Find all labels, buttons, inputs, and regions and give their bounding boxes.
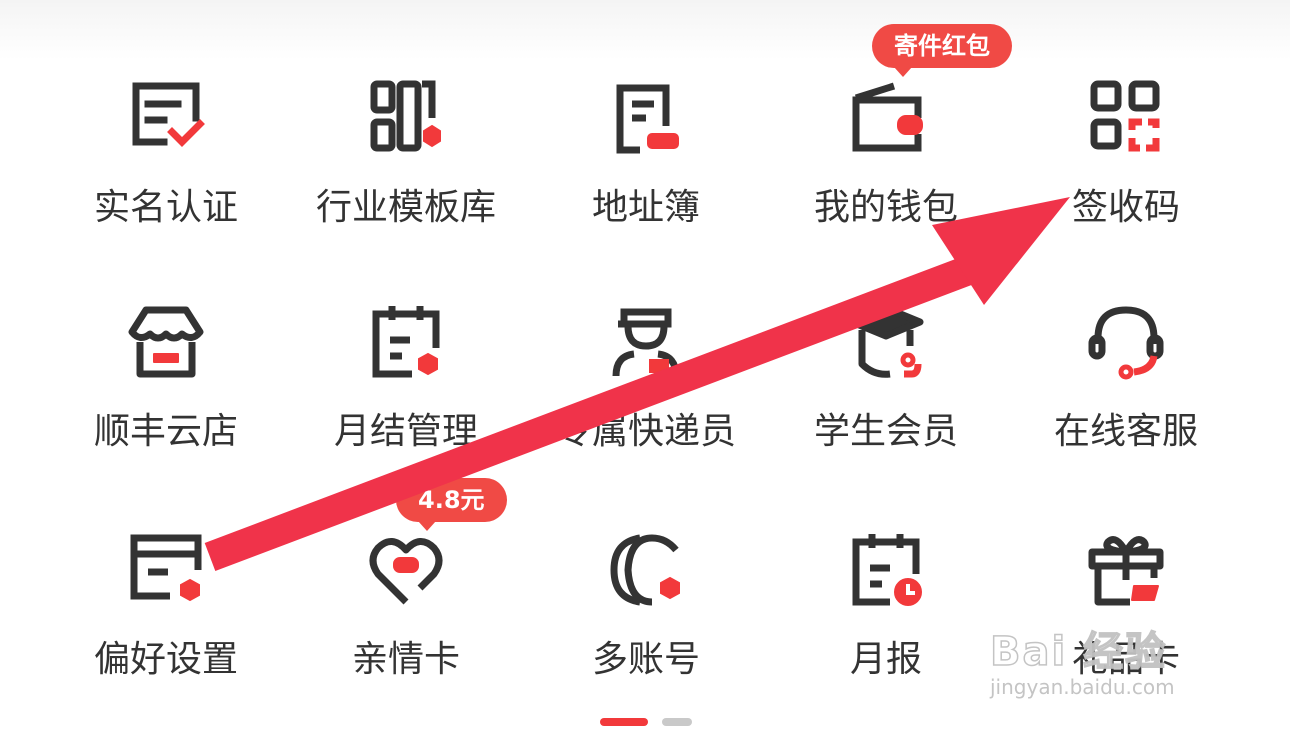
grid-item-label: 签收码 [1071, 187, 1180, 228]
baidu-watermark: Bai 经验 jingyan.baidu.com [989, 629, 1220, 710]
grid-item-multi-account[interactable]: 多账号 [526, 530, 766, 730]
grid-item-label: 亲情卡 [351, 639, 460, 680]
page-dot[interactable] [662, 718, 692, 726]
grid-item-family-card[interactable]: 4.8元 亲情卡 [286, 478, 526, 730]
grid-item-label: 顺丰云店 [93, 411, 238, 452]
headset-icon [1086, 302, 1166, 382]
grid-item-label: 我的钱包 [813, 187, 958, 228]
grid-item-label: 多账号 [591, 639, 700, 680]
preference-card-icon [126, 530, 206, 610]
page-dot-active[interactable] [600, 718, 648, 726]
grid-item-real-name[interactable]: 实名认证 [46, 78, 286, 278]
grid-item-label: 月结管理 [333, 411, 478, 452]
multi-account-icon [606, 530, 686, 610]
gift-card-icon [1086, 530, 1166, 610]
grid-item-label: 专属快递员 [555, 411, 736, 452]
qr-code-icon [1086, 78, 1166, 158]
grid-item-online-service[interactable]: 在线客服 [1006, 302, 1246, 502]
graduation-cap-icon [846, 302, 926, 382]
grid-item-label: 在线客服 [1053, 411, 1198, 452]
grid-item-template-library[interactable]: 行业模板库 [286, 78, 526, 278]
watermark-sub: jingyan.baidu.com [990, 675, 1175, 699]
watermark-main: Bai 经验 [989, 629, 1168, 675]
grid-item-label: 月报 [849, 639, 922, 680]
grid-item-monthly-management[interactable]: 月结管理 [286, 302, 526, 502]
grid-item-student-member[interactable]: 学生会员 [766, 302, 1006, 502]
certificate-check-icon [126, 78, 206, 158]
wallet-icon [846, 78, 926, 158]
heart-card-icon [366, 530, 446, 610]
monthly-calendar-icon [366, 302, 446, 382]
grid-item-label: 行业模板库 [315, 187, 496, 228]
badge-wallet: 寄件红包 [872, 24, 1012, 77]
grid-item-label: 实名认证 [93, 187, 238, 228]
grid-item-wallet[interactable]: 我的钱包 [766, 78, 1006, 278]
grid-item-cloud-store[interactable]: 顺丰云店 [46, 302, 286, 502]
grid-item-label: 学生会员 [813, 411, 958, 452]
badge-family-card: 4.8元 [396, 478, 507, 531]
monthly-report-icon [846, 530, 926, 610]
grid-item-exclusive-courier[interactable]: 专属快递员 [526, 302, 766, 502]
store-icon [126, 302, 206, 382]
template-library-icon [366, 78, 446, 158]
grid-item-preferences[interactable]: 偏好设置 [46, 530, 286, 730]
courier-icon [606, 302, 686, 382]
grid-item-signing-code[interactable]: 签收码 [1006, 78, 1246, 278]
grid-item-address-book[interactable]: 地址簿 [526, 78, 766, 278]
address-book-icon [606, 78, 686, 158]
grid-item-monthly-report[interactable]: 月报 [766, 530, 1006, 730]
grid-item-label: 地址簿 [591, 187, 700, 228]
grid-item-label: 偏好设置 [93, 639, 238, 680]
